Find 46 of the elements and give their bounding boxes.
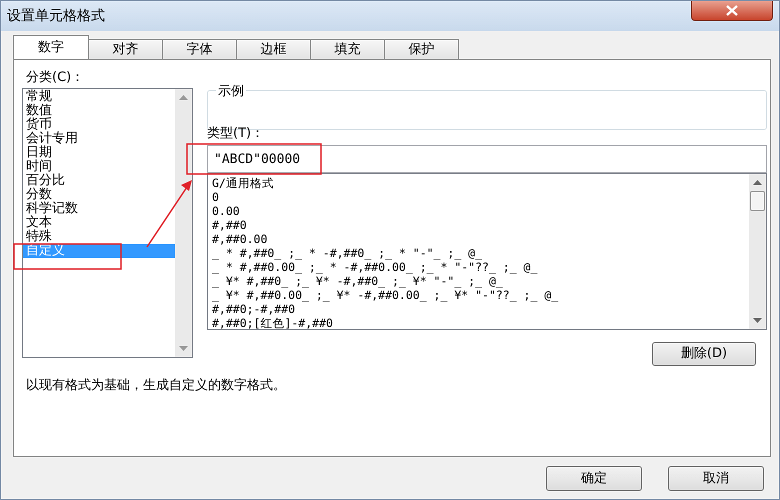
close-button[interactable] — [691, 1, 773, 21]
format-item[interactable]: #,##0.00 — [212, 232, 749, 246]
scrollbar[interactable] — [175, 89, 192, 357]
type-input-field[interactable]: "ABCD"00000 — [207, 145, 767, 173]
category-item[interactable]: 科学记数 — [23, 202, 175, 216]
category-item[interactable]: 会计专用 — [23, 132, 175, 146]
format-item[interactable]: 0.00 — [212, 204, 749, 218]
scroll-down-icon[interactable] — [753, 318, 762, 323]
description-text: 以现有格式为基础，生成自定义的数字格式。 — [26, 377, 286, 395]
format-item[interactable]: #,##0;[红色]-#,##0 — [212, 316, 749, 330]
category-item[interactable]: 文本 — [23, 216, 175, 230]
category-item[interactable]: 货币 — [23, 118, 175, 132]
ok-button[interactable]: 确定 — [546, 466, 642, 491]
annotation-arrow — [146, 180, 192, 248]
category-item[interactable]: 日期 — [23, 146, 175, 160]
format-item[interactable]: 0 — [212, 190, 749, 204]
format-item[interactable]: #,##0;-#,##0 — [212, 302, 749, 316]
category-item[interactable]: 分数 — [23, 188, 175, 202]
format-item[interactable]: _ * #,##0.00_ ;_ * -#,##0.00_ ;_ * "-"??_ ;_ @_ — [212, 260, 749, 274]
format-item[interactable]: G/通用格式 — [212, 176, 749, 190]
category-item[interactable]: 特殊 — [23, 230, 175, 244]
category-item[interactable]: 常规 — [23, 90, 175, 104]
category-label: 分类(C)： — [26, 69, 84, 87]
window-title: 设置单元格格式 — [7, 6, 105, 26]
scroll-down-icon[interactable] — [179, 346, 188, 351]
format-item[interactable]: #,##0 — [212, 218, 749, 232]
format-item[interactable]: _ ¥* #,##0_ ;_ ¥* -#,##0_ ;_ ¥* "-"_ ;_ @_ — [212, 274, 749, 288]
type-label: 类型(T)： — [207, 126, 264, 142]
category-item[interactable]: 时间 — [23, 160, 175, 174]
format-item[interactable]: _ * #,##0_ ;_ * -#,##0_ ;_ * "-"_ ;_ @_ — [212, 246, 749, 260]
scroll-up-icon[interactable] — [179, 95, 188, 100]
category-item[interactable]: 数值 — [23, 104, 175, 118]
tab[interactable]: 边框 — [236, 39, 311, 59]
close-icon — [726, 5, 738, 16]
delete-button[interactable]: 删除(D) — [652, 342, 756, 366]
tab[interactable]: 填充 — [310, 39, 385, 59]
cancel-button[interactable]: 取消 — [668, 466, 764, 491]
tab[interactable]: 数字 — [13, 35, 89, 59]
tab[interactable]: 对齐 — [88, 39, 163, 59]
scrollbar[interactable] — [749, 174, 766, 329]
format-item[interactable]: _ ¥* #,##0.00_ ;_ ¥* -#,##0.00_ ;_ ¥* "-"??_ ;_ @_ — [212, 288, 749, 302]
category-item[interactable]: 百分比 — [23, 174, 175, 188]
tab[interactable]: 保护 — [384, 39, 459, 59]
scroll-up-icon[interactable] — [753, 180, 762, 185]
scroll-thumb[interactable] — [750, 191, 765, 211]
tab[interactable]: 字体 — [162, 39, 237, 59]
